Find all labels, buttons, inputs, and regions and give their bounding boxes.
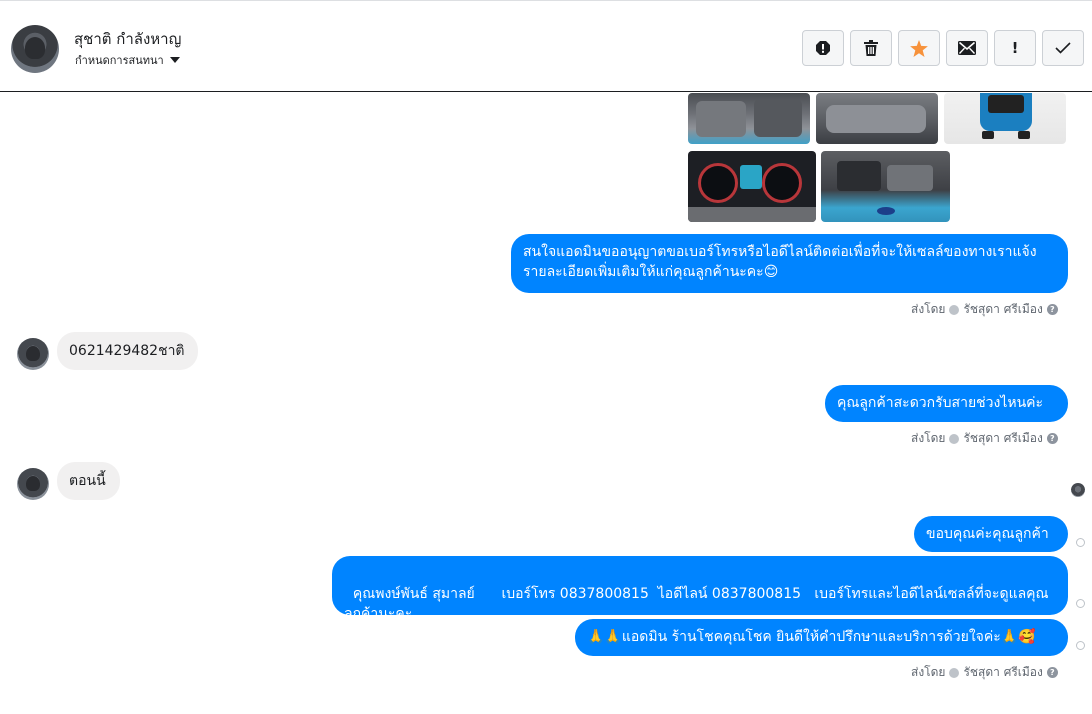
help-icon[interactable]: ? [1046, 433, 1058, 444]
customer-avatar-small[interactable] [17, 468, 49, 500]
sent-by-label: ส่งโดย รัชสุดา ศรีเมือง ? [911, 663, 1058, 682]
agent-name[interactable]: รัชสุดา ศรีเมือง [963, 300, 1042, 319]
outgoing-message[interactable]: 🙏🙏แอดมิน ร้านโชคคุณโชค ยินดีให้คำปรึกษาแ… [575, 619, 1068, 656]
car-rear-seat-photo[interactable] [816, 93, 938, 144]
outgoing-message[interactable]: สนใจแอดมินขออนุญาตขอเบอร์โทรหรือไอดีไลน์… [511, 234, 1068, 293]
incoming-message[interactable]: 0621429482ชาติ [57, 332, 198, 370]
agent-badge-icon [949, 304, 960, 315]
customer-avatar-small[interactable] [17, 338, 49, 370]
sent-by-prefix: ส่งโดย [911, 665, 946, 679]
agent-badge-icon [949, 433, 960, 444]
conversation-header: สุชาติ กำลังหาญ กำหนดการสนทนา ! [0, 0, 1092, 92]
outgoing-message[interactable]: ขอบคุณค่ะคุณลูกค้า [914, 516, 1068, 552]
envelope-icon [958, 41, 976, 55]
agent-name[interactable]: รัชสุดา ศรีเมือง [963, 429, 1042, 448]
help-icon[interactable]: ? [1046, 667, 1058, 678]
message-text: ขอบคุณค่ะคุณลูกค้า [926, 526, 1049, 542]
agent-name[interactable]: รัชสุดา ศรีเมือง [963, 663, 1042, 682]
seen-avatar-icon [1071, 483, 1085, 497]
sent-by-label: ส่งโดย รัชสุดา ศรีเมือง ? [911, 300, 1058, 319]
alert-icon [816, 41, 830, 55]
trash-icon [864, 40, 878, 56]
header-actions: ! [802, 30, 1084, 66]
delivered-icon [1076, 641, 1085, 650]
assign-conversation-label: กำหนดการสนทนา [75, 54, 164, 67]
delete-button[interactable] [850, 30, 892, 66]
sent-by-prefix: ส่งโดย [911, 302, 946, 316]
customer-name[interactable]: สุชาติ กำลังหาญ [74, 27, 181, 51]
incoming-message[interactable]: ตอนนี้ [57, 462, 120, 500]
follow-up-button[interactable]: ! [994, 30, 1036, 66]
message-text: 0621429482ชาติ [69, 343, 185, 359]
message-text: 🙏🙏แอดมิน ร้านโชคคุณโชค ยินดีให้คำปรึกษาแ… [587, 629, 1036, 645]
mark-done-button[interactable] [1042, 30, 1084, 66]
car-rear-photo[interactable] [944, 93, 1066, 144]
outgoing-message[interactable]: คุณพงษ์พันธ์ สุมาลย์ เบอร์โทร 0837800815… [332, 556, 1068, 622]
sent-by-prefix: ส่งโดย [911, 431, 946, 445]
mark-unread-button[interactable] [946, 30, 988, 66]
star-icon [910, 39, 928, 57]
assign-conversation-dropdown[interactable]: กำหนดการสนทนา [75, 51, 180, 69]
mark-spam-button[interactable] [802, 30, 844, 66]
help-icon[interactable]: ? [1046, 304, 1058, 315]
message-text: คุณพงษ์พันธ์ สุมาลย์ เบอร์โทร 0837800815… [344, 586, 1049, 622]
check-icon [1055, 42, 1071, 54]
delivered-icon [1076, 538, 1085, 547]
delivered-icon [1076, 599, 1085, 608]
agent-badge-icon [949, 667, 960, 678]
outgoing-message[interactable]: คุณลูกค้าสะดวกรับสายช่วงไหนค่ะ [825, 385, 1068, 422]
caret-down-icon [169, 57, 180, 63]
car-interior-photo[interactable] [688, 93, 810, 144]
engine-bay-photo[interactable] [821, 151, 950, 222]
exclamation-icon: ! [1011, 39, 1019, 57]
star-button[interactable] [898, 30, 940, 66]
message-text: คุณลูกค้าสะดวกรับสายช่วงไหนค่ะ [837, 395, 1044, 411]
customer-avatar[interactable] [11, 25, 59, 73]
message-text: สนใจแอดมินขออนุญาตขอเบอร์โทรหรือไอดีไลน์… [523, 244, 1037, 280]
dashboard-gauges-photo[interactable] [688, 151, 816, 222]
message-text: ตอนนี้ [69, 473, 106, 489]
sent-by-label: ส่งโดย รัชสุดา ศรีเมือง ? [911, 429, 1058, 448]
